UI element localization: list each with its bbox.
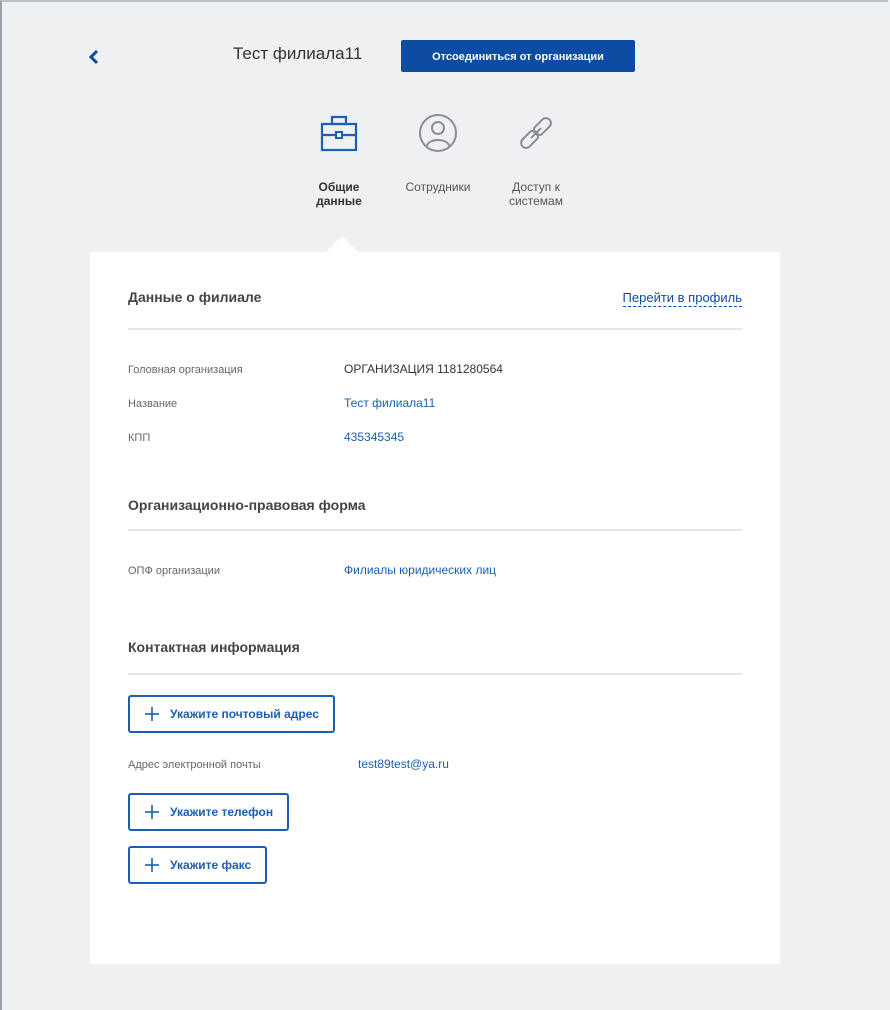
content-card: Данные о филиале Перейти в профиль Голов… — [90, 252, 780, 964]
add-phone-label: Укажите телефон — [170, 805, 274, 819]
active-tab-pointer — [326, 236, 358, 252]
kpp-value: 435345345 — [344, 430, 405, 444]
plus-icon — [145, 858, 159, 872]
legal-form-section-title: Организационно-правовая форма — [128, 497, 366, 513]
briefcase-icon — [320, 115, 358, 152]
plus-icon — [145, 805, 159, 819]
name-label: Название — [128, 398, 178, 410]
page-title: Тест филиала11 — [233, 44, 363, 63]
tab-general-data[interactable]: Общие данные — [296, 110, 382, 208]
divider — [128, 529, 742, 531]
link-icon — [520, 117, 552, 149]
go-to-profile-link[interactable]: Перейти в профиль — [622, 290, 742, 307]
tab-employees-label: Сотрудники — [405, 180, 471, 194]
add-phone-button[interactable]: Укажите телефон — [128, 793, 290, 831]
back-arrow-icon[interactable] — [86, 49, 102, 65]
add-postal-address-button[interactable]: Укажите почтовый адрес — [128, 695, 335, 733]
tab-system-access[interactable]: Доступ к системам — [486, 110, 586, 208]
opf-label: ОПФ организации — [128, 565, 220, 577]
add-postal-address-label: Укажите почтовый адрес — [170, 707, 319, 721]
divider — [128, 673, 742, 675]
head-org-value: ОРГАНИЗАЦИЯ 1181280564 — [344, 362, 503, 376]
kpp-label: КПП — [128, 432, 151, 444]
add-fax-label: Укажите факс — [170, 858, 252, 872]
opf-value: Филиалы юридических лиц — [344, 563, 497, 577]
add-fax-button[interactable]: Укажите факс — [128, 846, 268, 884]
name-value: Тест филиала11 — [344, 396, 436, 410]
email-label: Адрес электронной почты — [128, 759, 261, 771]
detach-organization-button[interactable]: Отсоединиться от организации — [401, 40, 635, 72]
tab-system-access-label: Доступ к системам — [509, 180, 563, 208]
tab-employees[interactable]: Сотрудники — [388, 110, 488, 194]
branch-section-title: Данные о филиале — [128, 289, 262, 305]
email-value[interactable]: test89test@ya.ru — [358, 757, 449, 771]
user-circle-icon — [419, 114, 457, 152]
plus-icon — [145, 707, 159, 721]
divider — [128, 328, 742, 330]
page-header: Тест филиала11 Отсоединиться от организа… — [0, 0, 890, 120]
contact-section-title: Контактная информация — [128, 639, 300, 655]
tab-general-label: Общие данные — [316, 180, 362, 208]
head-org-label: Головная организация — [128, 364, 243, 376]
